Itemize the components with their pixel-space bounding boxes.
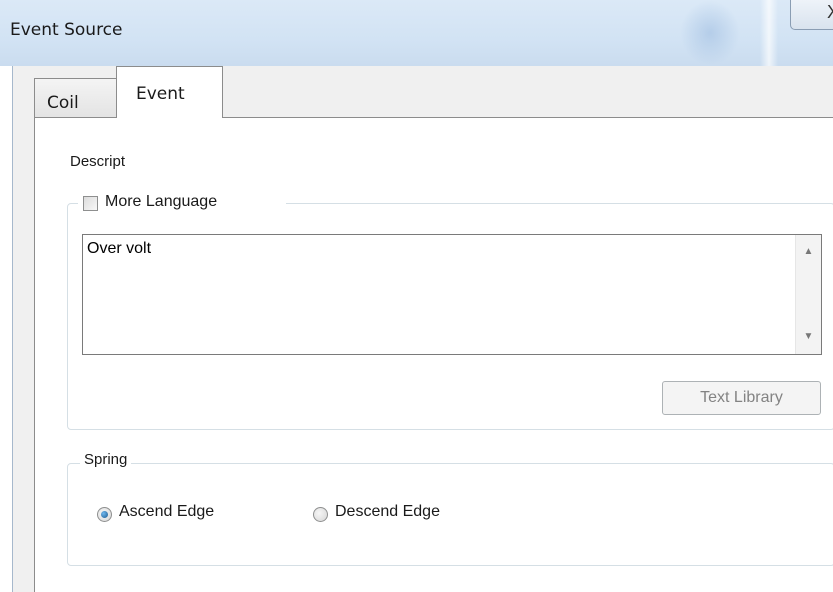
more-language-label: More Language (105, 193, 218, 210)
descend-edge-label: Descend Edge (335, 503, 440, 520)
description-text: Over volt (87, 240, 152, 257)
ascend-edge-radio[interactable] (97, 507, 112, 522)
close-button[interactable]: X (790, 0, 833, 30)
ascend-edge-label: Ascend Edge (119, 503, 215, 520)
tab-label: Coil (47, 93, 79, 113)
title-bar: Event Source X (0, 0, 833, 66)
title-bar-glow (680, 0, 740, 66)
close-icon: X (827, 2, 833, 23)
title-bar-glow (760, 0, 778, 66)
window-title: Event Source (10, 20, 123, 40)
scroll-up-icon[interactable]: ▲ (796, 239, 821, 265)
text-library-button[interactable]: Text Library (662, 381, 821, 415)
spring-label: Spring (80, 451, 132, 468)
description-textarea[interactable]: Over volt ▲ ▼ (82, 234, 822, 355)
textarea-scrollbar[interactable]: ▲ ▼ (795, 235, 821, 354)
more-language-legend: More Language (78, 192, 286, 214)
dialog-body: Coil Event Descript More Language Over v… (12, 66, 833, 592)
descend-edge-radio[interactable] (313, 507, 328, 522)
tab-event[interactable]: Event (116, 66, 223, 118)
tab-panel-event: Descript More Language Over volt ▲ ▼ Tex… (34, 117, 833, 592)
radio-selected-dot (101, 511, 108, 518)
more-language-checkbox[interactable] (83, 196, 98, 211)
tab-label: Event (136, 84, 185, 104)
descript-label: Descript (70, 153, 126, 170)
scroll-down-icon[interactable]: ▼ (796, 324, 821, 350)
